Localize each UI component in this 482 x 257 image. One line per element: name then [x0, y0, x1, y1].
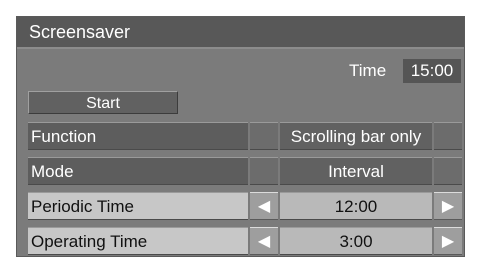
function-row[interactable]: Function Scrolling bar only — [28, 122, 462, 150]
triangle-left-icon: ◀ — [257, 198, 271, 215]
periodic-time-decrease-button[interactable]: ◀ — [250, 192, 278, 220]
operating-time-value[interactable]: 3:00 — [280, 227, 432, 255]
time-label: Time — [349, 61, 387, 80]
title-divider — [17, 47, 464, 49]
operating-time-label: Operating Time — [28, 227, 248, 255]
function-endcap — [434, 122, 462, 150]
mode-row[interactable]: Mode Interval — [28, 157, 462, 185]
periodic-time-increase-button[interactable]: ▶ — [434, 192, 462, 220]
start-button[interactable]: Start — [28, 91, 178, 114]
function-value[interactable]: Scrolling bar only — [280, 122, 432, 150]
triangle-left-icon: ◀ — [257, 233, 271, 250]
triangle-right-icon: ▶ — [441, 198, 455, 215]
time-value: 15:00 — [403, 59, 461, 83]
screensaver-panel: Screensaver Time 15:00 Start Function Sc… — [16, 16, 465, 257]
mode-spacer — [250, 157, 278, 185]
mode-value[interactable]: Interval — [280, 157, 432, 185]
operating-time-decrease-button[interactable]: ◀ — [250, 227, 278, 255]
mode-label: Mode — [28, 157, 248, 185]
periodic-time-value[interactable]: 12:00 — [280, 192, 432, 220]
operating-time-row[interactable]: Operating Time ◀ 3:00 ▶ — [28, 227, 462, 255]
periodic-time-row[interactable]: Periodic Time ◀ 12:00 ▶ — [28, 192, 462, 220]
mode-endcap — [434, 157, 462, 185]
function-label: Function — [28, 122, 248, 150]
function-spacer — [250, 122, 278, 150]
panel-title: Screensaver — [17, 17, 464, 47]
triangle-right-icon: ▶ — [441, 233, 455, 250]
operating-time-increase-button[interactable]: ▶ — [434, 227, 462, 255]
periodic-time-label: Periodic Time — [28, 192, 248, 220]
